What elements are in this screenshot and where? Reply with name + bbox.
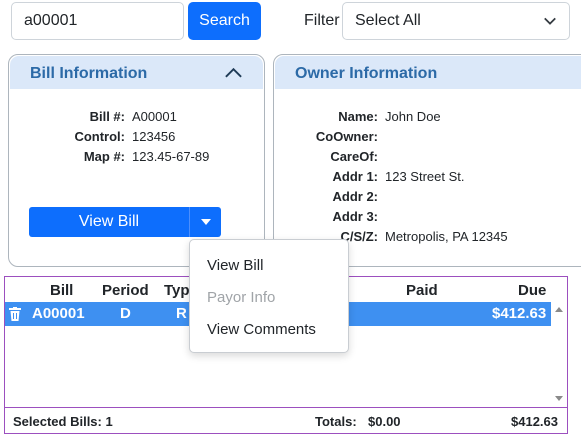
search-input[interactable] [11,2,184,40]
coowner-label: CoOwner: [315,129,378,144]
owner-information-header: Owner Information [275,56,581,89]
csz-value: Metropolis, PA 12345 [385,229,508,244]
column-header-paid[interactable]: Paid [406,282,438,299]
column-header-type[interactable]: Typ [164,282,190,299]
addr1-label: Addr 1: [332,169,379,184]
column-header-period[interactable]: Period [102,282,149,299]
menu-item-view-bill[interactable]: View Bill [207,257,263,274]
bill-number-label: Bill #: [89,109,125,124]
bill-information-title: Bill Information [30,65,148,82]
totals-paid: $0.00 [368,414,401,429]
view-bill-dropdown-menu: View Bill Payor Info View Comments [189,239,349,353]
owner-information-title: Owner Information [295,65,438,82]
chevron-up-icon[interactable] [224,67,243,79]
view-bill-button[interactable]: View Bill [29,207,189,237]
search-button[interactable]: Search [188,2,261,40]
column-header-due[interactable]: Due [518,282,546,299]
menu-item-payor-info: Payor Info [207,289,276,306]
addr2-label: Addr 2: [332,189,379,204]
totals-label: Totals: [315,414,357,429]
filter-select[interactable]: Select All [342,2,570,40]
row-period: D [120,305,131,322]
scroll-down-icon[interactable] [555,396,563,401]
totals-due: $412.63 [511,414,558,429]
owner-name-value: John Doe [385,109,441,124]
row-type: R [176,305,187,322]
owner-name-label: Name: [338,109,378,124]
menu-item-view-comments[interactable]: View Comments [207,321,316,338]
addr1-value: 123 Street St. [385,169,465,184]
row-due: $412.63 [492,305,547,322]
chevron-down-icon [544,17,556,25]
view-bill-dropdown-toggle[interactable] [189,207,221,237]
bill-information-header[interactable]: Bill Information [10,56,263,89]
map-number-label: Map #: [83,149,125,164]
scroll-up-icon[interactable] [555,307,563,312]
column-header-bill[interactable]: Bill [50,282,73,299]
careof-label: CareOf: [330,149,378,164]
control-value: 123456 [132,129,176,144]
caret-down-icon [200,219,211,225]
trash-icon[interactable] [9,307,21,321]
filter-selected-value: Select All [355,12,421,29]
grid-scrollbar[interactable] [551,302,567,406]
row-bill: A00001 [32,305,85,322]
bill-number-value: A00001 [132,109,177,124]
control-label: Control: [74,129,125,144]
selected-bills-count: Selected Bills: 1 [13,414,113,429]
map-number-value: 123.45-67-89 [132,149,210,164]
addr3-label: Addr 3: [332,209,379,224]
filter-label: Filter [304,12,340,29]
